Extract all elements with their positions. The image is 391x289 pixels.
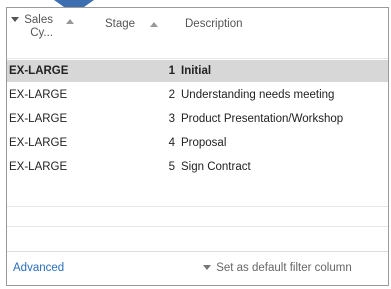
column-header-description-label: Description <box>185 18 243 30</box>
sort-ascending-icon[interactable] <box>66 19 75 24</box>
column-header-sales-cycle[interactable]: Sales Cy... <box>11 14 75 40</box>
filter-popup-panel: Sales Cy... Stage Description EX-LARGE 1… <box>6 7 389 286</box>
cell-description: Product Presentation/Workshop <box>181 113 344 125</box>
table-row[interactable]: EX-LARGE 4 Proposal <box>7 132 388 154</box>
set-default-filter-label: Set as default filter column <box>216 262 352 274</box>
cell-sales-cycle: EX-LARGE <box>9 89 68 101</box>
cell-stage: 4 <box>168 137 175 149</box>
column-header-row: Sales Cy... Stage Description <box>7 8 388 59</box>
table-row[interactable]: EX-LARGE 3 Product Presentation/Workshop <box>7 108 388 130</box>
column-header-stage[interactable]: Stage <box>105 18 159 30</box>
cell-description: Sign Contract <box>181 161 251 173</box>
cell-sales-cycle: EX-LARGE <box>9 137 68 149</box>
column-header-sales-cycle-line1: Sales <box>24 14 53 26</box>
cell-sales-cycle: EX-LARGE <box>9 161 68 173</box>
cell-sales-cycle: EX-LARGE <box>9 113 68 125</box>
filter-icon <box>11 17 19 23</box>
cell-description: Proposal <box>181 137 227 149</box>
advanced-link[interactable]: Advanced <box>13 262 64 274</box>
table-row[interactable]: EX-LARGE 5 Sign Contract <box>7 156 388 178</box>
cell-description: Initial <box>181 65 212 77</box>
cell-stage: 3 <box>168 113 175 125</box>
sort-ascending-icon[interactable] <box>150 22 159 27</box>
cell-stage: 2 <box>168 89 175 101</box>
table-row[interactable]: EX-LARGE 2 Understanding needs meeting <box>7 84 388 106</box>
column-header-sales-cycle-line2: Cy... <box>30 27 53 39</box>
cell-stage: 1 <box>168 65 175 77</box>
table-row[interactable]: EX-LARGE 1 Initial <box>7 60 388 82</box>
column-header-description[interactable]: Description <box>185 18 243 30</box>
list-divider <box>7 226 388 227</box>
cell-sales-cycle: EX-LARGE <box>9 65 69 77</box>
set-default-filter-button[interactable]: Set as default filter column <box>203 262 352 274</box>
popup-footer: Advanced Set as default filter column <box>7 251 388 285</box>
cell-description: Understanding needs meeting <box>181 89 335 101</box>
cell-stage: 5 <box>168 161 175 173</box>
filter-icon <box>203 265 211 271</box>
column-header-stage-label: Stage <box>105 18 136 30</box>
list-divider <box>7 206 388 207</box>
